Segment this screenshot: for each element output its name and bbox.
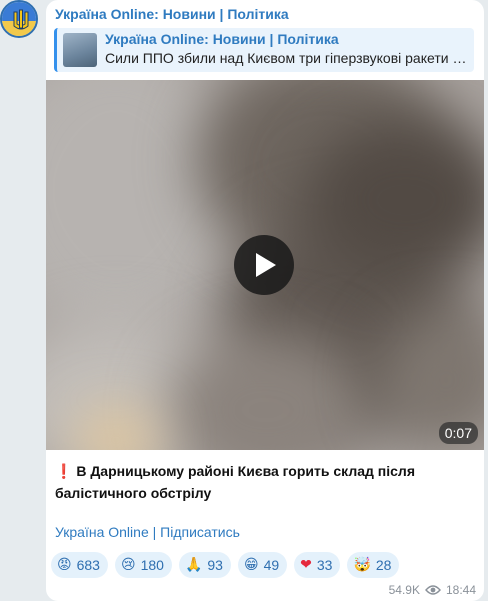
eye-icon [425, 585, 441, 595]
reaction-count: 180 [140, 557, 164, 573]
crying-face-icon: 😢 [120, 557, 136, 573]
reaction-praying[interactable]: 🙏 93 [178, 552, 231, 578]
reactions-bar: 😡 683 😢 180 🙏 93 😁 49 ❤ 33 🤯 28 [51, 552, 400, 578]
smiling-face-icon: 😁 [243, 557, 259, 573]
exclamation-icon: ❗ [55, 463, 73, 479]
channel-avatar[interactable] [0, 0, 38, 38]
reaction-count: 33 [316, 557, 333, 573]
angry-face-icon: 😡 [57, 557, 72, 573]
reaction-count: 49 [263, 557, 280, 573]
reply-title: Україна Online: Новини | Політика [105, 31, 339, 47]
play-icon [256, 253, 276, 277]
reaction-count: 93 [207, 557, 223, 573]
avatar-trident-icon [2, 2, 36, 36]
video-duration: 0:07 [438, 422, 478, 444]
reply-text: Сили ППО збили над Києвом три гіперзвуко… [105, 50, 467, 66]
message-time: 18:44 [445, 583, 476, 597]
reaction-count: 28 [375, 557, 392, 573]
view-count: 54.9K [388, 583, 420, 597]
subscribe-link[interactable]: Україна Online | Підписатись [55, 524, 240, 540]
exploding-head-icon: 🤯 [353, 557, 371, 573]
reaction-heart[interactable]: ❤ 33 [294, 552, 341, 578]
reaction-smiling[interactable]: 😁 49 [237, 552, 288, 578]
reaction-exploding-head[interactable]: 🤯 28 [347, 552, 400, 578]
message-text: ❗ В Дарницькому районі Києва горить скла… [55, 460, 475, 504]
play-button[interactable] [234, 235, 294, 295]
reply-thumbnail [63, 33, 97, 67]
reply-preview[interactable]: Україна Online: Новини | Політика Сили П… [54, 28, 474, 72]
reaction-count: 683 [76, 557, 100, 573]
channel-name[interactable]: Україна Online: Новини | Політика [55, 6, 289, 22]
video-player[interactable]: 0:07 [46, 80, 484, 450]
reaction-angry[interactable]: 😡 683 [51, 552, 108, 578]
reaction-crying[interactable]: 😢 180 [114, 552, 172, 578]
praying-hands-icon: 🙏 [184, 557, 203, 573]
message-bubble: Україна Online: Новини | Політика Україн… [46, 0, 484, 601]
message-body: В Дарницькому районі Києва горить склад … [55, 463, 415, 501]
red-heart-icon: ❤ [300, 557, 312, 573]
message-meta: 54.9K 18:44 [389, 583, 476, 597]
